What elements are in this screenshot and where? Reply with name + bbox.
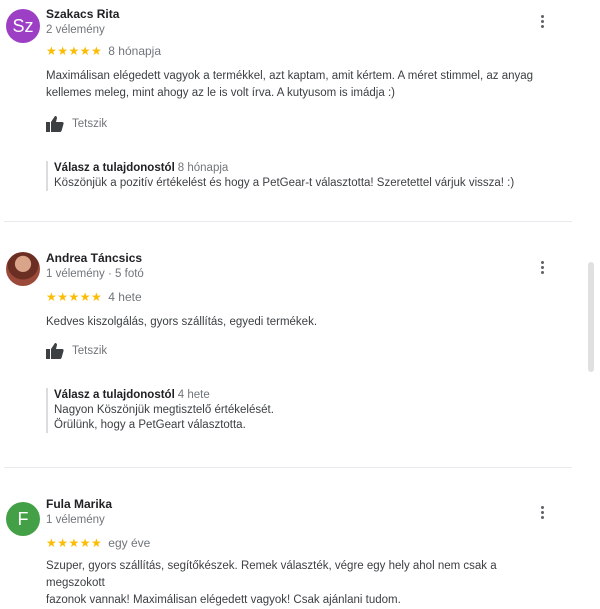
rating-row: ★★★★★ 8 hónapja (46, 44, 161, 58)
thumb-up-icon (46, 116, 64, 132)
reviewer-name[interactable]: Fula Marika (46, 497, 112, 511)
reply-time: 4 hete (177, 389, 210, 401)
thumb-up-icon (46, 343, 64, 359)
owner-reply: Válasz a tulajdonostól 4 hete Nagyon Kösz… (46, 388, 564, 433)
review-text: Szuper, gyors szállítás, segítőkészek. R… (46, 560, 497, 606)
reply-heading: Válasz a tulajdonostól (54, 162, 175, 174)
review-text: Kedves kiszolgálás, gyors szállítás, egy… (46, 316, 318, 328)
more-options-button[interactable] (534, 259, 550, 275)
reviewer-meta: 1 vélemény (46, 514, 105, 526)
reviewer-name[interactable]: Andrea Táncsics (46, 251, 142, 265)
like-button[interactable]: Tetszik (46, 116, 107, 132)
star-rating: ★★★★★ (46, 536, 103, 550)
reviewer-meta: 1 vélemény · 5 fotó (46, 268, 144, 280)
more-vert-icon (540, 14, 544, 18)
avatar[interactable]: Sz (6, 9, 40, 43)
reply-text: Köszönjük a pozitív értékelést és hogy a… (54, 177, 515, 189)
like-button[interactable]: Tetszik (46, 343, 107, 359)
review-text: Maximálisan elégedett vagyok a termékkel… (46, 70, 534, 99)
divider (4, 221, 572, 222)
review-card: Sz Szakacs Rita 2 vélemény ★★★★★ 8 hónapj… (0, 0, 580, 220)
review-card: F Fula Marika 1 vélemény ★★★★★ egy éve Sz… (0, 490, 580, 606)
rating-row: ★★★★★ 4 hete (46, 290, 142, 304)
review-time: 8 hónapja (108, 44, 162, 58)
like-label: Tetszik (72, 118, 108, 130)
more-vert-icon (540, 505, 544, 509)
more-options-button[interactable] (534, 504, 550, 520)
reply-heading: Válasz a tulajdonostól (54, 389, 175, 401)
star-rating: ★★★★★ (46, 290, 103, 304)
review-time: 4 hete (108, 290, 142, 304)
reviewer-meta: 2 vélemény (46, 24, 105, 36)
like-label: Tetszik (72, 345, 108, 357)
more-vert-icon (540, 260, 544, 264)
owner-reply: Válasz a tulajdonostól 8 hónapja Köszönjü… (46, 161, 564, 191)
reviewer-name[interactable]: Szakacs Rita (46, 7, 119, 21)
avatar[interactable]: F (6, 502, 40, 536)
divider (4, 467, 572, 468)
reply-text: Nagyon Köszönjük megtisztelő értékelését… (54, 404, 274, 431)
avatar[interactable] (6, 252, 40, 286)
rating-row: ★★★★★ egy éve (46, 536, 150, 550)
more-options-button[interactable] (534, 13, 550, 29)
review-card: Andrea Táncsics 1 vélemény · 5 fotó ★★★★… (0, 244, 580, 466)
reply-time: 8 hónapja (177, 162, 229, 174)
star-rating: ★★★★★ (46, 44, 103, 58)
scrollbar[interactable] (588, 262, 594, 372)
review-time: egy éve (108, 536, 151, 550)
